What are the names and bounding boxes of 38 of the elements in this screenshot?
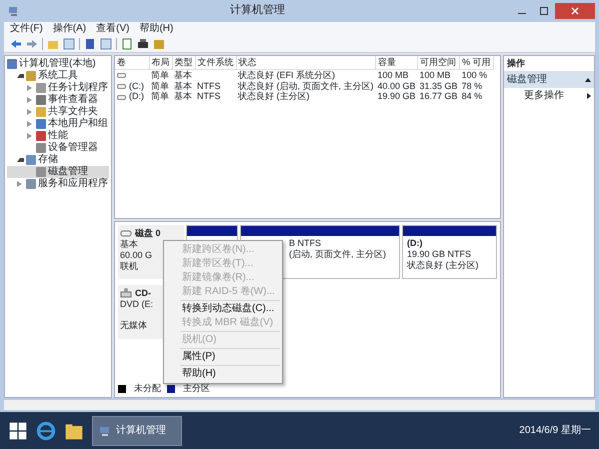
table-cell: 78 % (462, 80, 482, 91)
legend-label: 未分配 (134, 383, 161, 394)
table-cell: 基本 (174, 91, 192, 102)
partition-info: B NTFS (289, 238, 322, 249)
table-cell: (D:) (129, 91, 144, 102)
table-cell: 100 % (462, 70, 488, 80)
table-cell: NTFS (197, 80, 220, 91)
table-cell: 基本 (174, 80, 192, 91)
disk-info: 联机 (120, 260, 138, 271)
partition-info: 19.90 GB NTFS (407, 248, 472, 260)
table-cell: 简单 (151, 91, 169, 102)
partition-info: 状态良好 (主分区) (407, 260, 480, 270)
table-cell: 16.77 GB (420, 91, 458, 102)
legend-label: 主分区 (183, 383, 210, 394)
table-cell: NTFS (197, 91, 220, 102)
table-cell: 100 MB (378, 70, 409, 80)
disk-info: 基本 (120, 239, 138, 249)
disk-info: DVD (E: (120, 299, 154, 309)
table-cell: 31.35 GB (420, 80, 458, 91)
table-cell: 状态良好 (EFI 系统分区) (238, 70, 335, 80)
table-cell: 状态良好 (主分区) (238, 91, 310, 102)
disk-info: 无媒体 (120, 320, 147, 330)
clock-date: 2014/6/9 星期一 (519, 424, 591, 436)
table-cell: 84 % (462, 91, 482, 102)
partition-info: (D:) (407, 238, 424, 249)
table-cell: 简单 (151, 80, 169, 91)
table-cell: 19.90 GB (378, 91, 416, 102)
table-cell: 基本 (174, 70, 192, 80)
disk-info: 60.00 G (120, 250, 152, 260)
disk-name: CD- (135, 288, 151, 298)
table-cell: (C:) (129, 80, 144, 91)
table-cell: 40.00 GB (378, 80, 416, 91)
table-cell: 简单 (151, 70, 169, 80)
table-cell: 状态良好 (启动, 页面文件, 主分区) (238, 80, 374, 91)
table-cell: 100 MB (420, 70, 451, 80)
window-title: 计算机管理 (230, 4, 285, 18)
disk-name: 磁盘 0 (135, 228, 161, 238)
partition-info: (启动, 页面文件, 主分区) (289, 248, 387, 260)
